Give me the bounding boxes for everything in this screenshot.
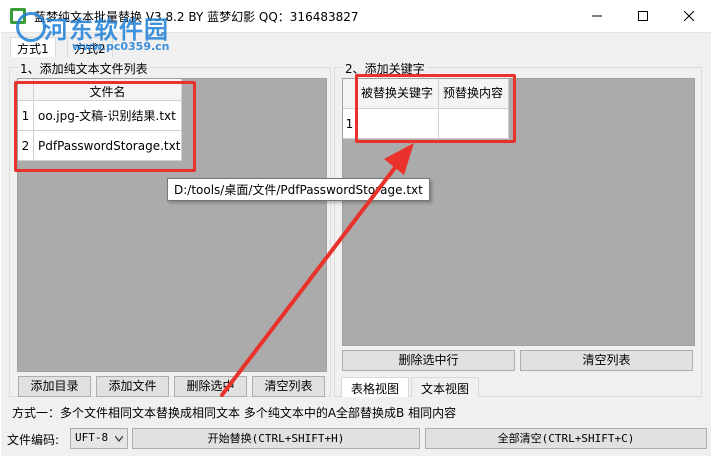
add-file-button[interactable]: 添加文件 — [96, 376, 169, 397]
tab-mode1[interactable]: 方式1 — [10, 37, 56, 57]
mode-description: 方式一：多个文件相同文本替换成相同文本 多个纯文本中的A全部替换成B 相同内容 — [12, 406, 457, 420]
replacement-column-header[interactable]: 预替换内容 — [439, 79, 509, 109]
files-row-number: 2 — [18, 131, 34, 161]
title-bar: 蓝梦纯文本批量替换 V3.8.2 BY 蓝梦幻影 QQ：316483827 — [0, 0, 712, 32]
client-area: 方式1 方式2 1、添加纯文本文件列表 文件名 1 oo.jpg-文稿-识别结果… — [1, 32, 711, 456]
tab-mode2[interactable]: 方式2 — [67, 37, 113, 57]
close-icon — [684, 11, 694, 21]
arrow-head-icon — [384, 143, 414, 175]
files-row-number: 1 — [18, 101, 34, 131]
files-column-header[interactable]: 文件名 — [34, 79, 182, 101]
files-row-name[interactable]: oo.jpg-文稿-识别结果.txt — [34, 101, 182, 131]
keywords-group-title: 2、添加关键字 — [343, 60, 427, 77]
maximize-icon — [638, 11, 648, 21]
replacement-cell[interactable] — [439, 109, 509, 139]
minimize-icon — [592, 15, 602, 17]
files-group-title: 1、添加纯文本文件列表 — [18, 60, 150, 77]
minimize-button[interactable] — [574, 0, 620, 32]
window-title: 蓝梦纯文本批量替换 V3.8.2 BY 蓝梦幻影 QQ：316483827 — [34, 10, 359, 24]
files-grid-corner — [18, 79, 34, 101]
annotation-arrow — [220, 143, 414, 397]
encoding-value: UFT-8 — [75, 431, 109, 444]
chevron-down-icon — [115, 436, 123, 442]
close-button[interactable] — [666, 0, 712, 32]
encoding-label: 文件编码: — [7, 433, 60, 447]
maximize-button[interactable] — [620, 0, 666, 32]
files-row-name[interactable]: PdfPasswordStorage.txt — [34, 131, 182, 161]
keywords-grid-corner — [343, 79, 357, 109]
encoding-select[interactable]: UFT-8 — [70, 428, 128, 449]
app-icon — [10, 8, 26, 24]
clear-keyword-list-button[interactable]: 清空列表 — [520, 350, 693, 371]
start-replace-button[interactable]: 开始替换(CTRL+SHIFT+H) — [132, 428, 420, 449]
keyword-column-header[interactable]: 被替换关键字 — [357, 79, 439, 109]
add-directory-button[interactable]: 添加目录 — [18, 376, 91, 397]
clear-all-button[interactable]: 全部清空(CTRL+SHIFT+C) — [425, 428, 707, 449]
